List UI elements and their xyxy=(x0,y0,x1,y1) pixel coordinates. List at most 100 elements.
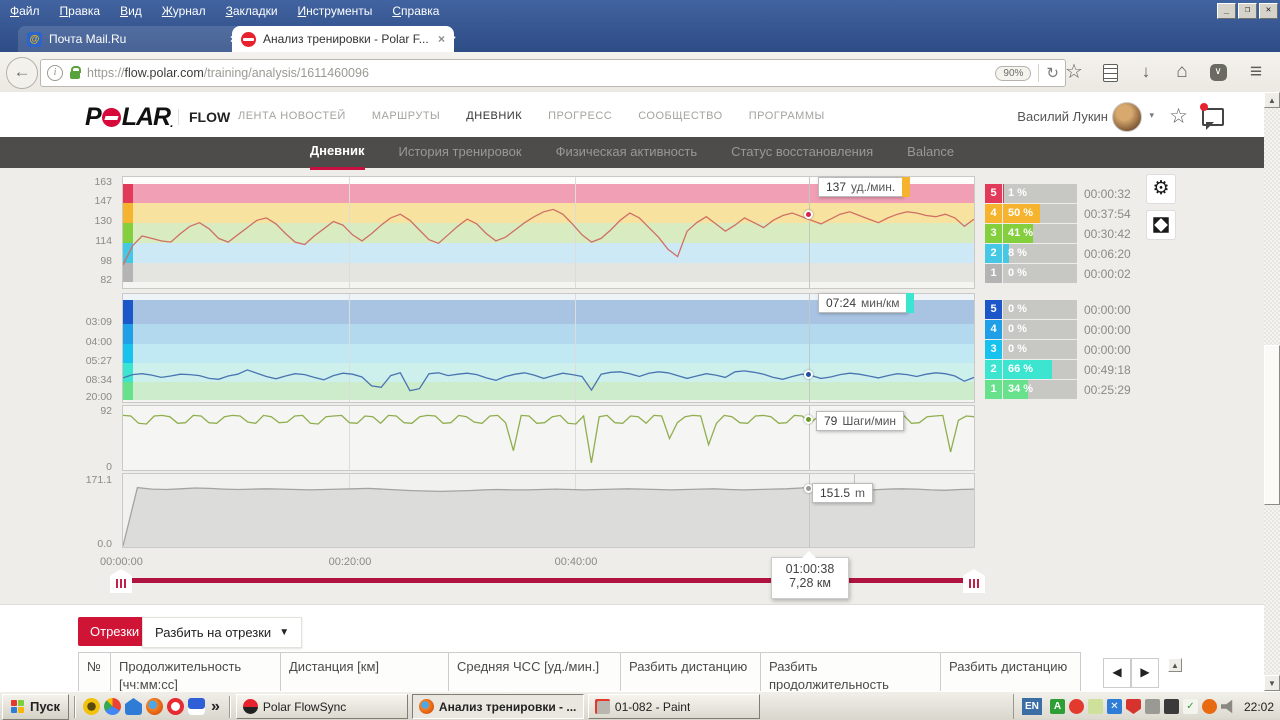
subnav-физическая активность[interactable]: Физическая активность xyxy=(556,137,698,168)
tab-close-icon[interactable]: × xyxy=(438,32,445,46)
y-axis-label: 147 xyxy=(0,195,112,207)
laps-column-header[interactable]: Дистанция [км] xyxy=(281,653,449,692)
cursor-distance: 7,28 км xyxy=(772,576,848,590)
scroll-up-icon[interactable]: ▲ xyxy=(1264,92,1280,108)
volume-icon[interactable] xyxy=(1221,699,1236,714)
home-icon: ⌂ xyxy=(1176,61,1187,82)
laps-column-header[interactable]: Продолжительность [чч:мм:сс] xyxy=(111,653,281,692)
split-label: Разбить на отрезки xyxy=(155,618,271,647)
pocket-button[interactable]: ∨ xyxy=(1204,58,1232,86)
notes-icon[interactable]: ✓ xyxy=(1183,699,1198,714)
user-name[interactable]: Василий Лукин xyxy=(1017,109,1108,124)
agent-tray-icon[interactable] xyxy=(1069,699,1084,714)
shield-icon[interactable] xyxy=(1126,699,1141,714)
subnav-статус восстановления[interactable]: Статус восстановления xyxy=(731,137,873,168)
range-slider-right-handle[interactable] xyxy=(963,569,985,593)
minimize-button[interactable]: _ xyxy=(1217,3,1236,19)
subnav-дневник[interactable]: Дневник xyxy=(310,136,365,170)
tab-polar-analysis[interactable]: Анализ тренировки - Polar F... × xyxy=(232,26,454,52)
chart-settings-button[interactable]: ⚙ xyxy=(1146,174,1176,204)
close-button[interactable]: ✕ xyxy=(1259,3,1278,19)
antivirus-icon[interactable] xyxy=(1202,699,1217,714)
range-slider-left-handle[interactable] xyxy=(110,569,132,593)
zone-time: 00:00:02 xyxy=(1084,267,1131,281)
menu-Справка[interactable]: Справка xyxy=(392,4,439,18)
subnav-balance[interactable]: Balance xyxy=(907,137,954,168)
firefox-icon[interactable] xyxy=(146,698,163,715)
laps-column-header[interactable]: Разбить дистанцию xyxy=(621,653,761,692)
scroll-down-icon[interactable]: ▼ xyxy=(1264,675,1280,691)
laps-column-header[interactable]: Средняя ЧСС [уд./мин.] xyxy=(449,653,621,692)
back-button[interactable]: ← xyxy=(6,57,38,89)
menu-Инструменты[interactable]: Инструменты xyxy=(298,4,373,18)
lock-icon[interactable] xyxy=(70,71,80,79)
restore-button[interactable]: ❐ xyxy=(1238,3,1257,19)
laps-column-header[interactable]: Разбить продолжительность xyxy=(761,653,941,692)
home-button[interactable]: ⌂ xyxy=(1168,58,1196,86)
taskbar-task-paint-icon[interactable]: 01-082 - Paint xyxy=(588,694,760,719)
menu-button[interactable]: ≡ xyxy=(1242,58,1270,86)
menu-Журнал[interactable]: Журнал xyxy=(162,4,206,18)
laps-column-header[interactable]: Разбить дистанцию xyxy=(941,653,1081,692)
new-tab-button[interactable]: + xyxy=(446,28,456,48)
cursor-line xyxy=(809,177,810,288)
tab-mail-ru[interactable]: @ Почта Mail.Ru × xyxy=(18,26,246,52)
fullscreen-button[interactable] xyxy=(1146,210,1176,240)
page-scrollbar[interactable]: ▲ ▼ xyxy=(1264,92,1280,691)
menu-Файл[interactable]: Файл xyxy=(10,4,40,18)
reload-icon[interactable]: ↻ xyxy=(1046,64,1059,82)
menu-Закладки[interactable]: Закладки xyxy=(226,4,278,18)
aimp-icon[interactable]: A xyxy=(1050,699,1065,714)
leaf-icon[interactable] xyxy=(1088,699,1103,714)
daemon-tools-icon[interactable] xyxy=(83,698,100,715)
menu-Правка[interactable]: Правка xyxy=(60,4,101,18)
polar-logo[interactable]: P LAR . xyxy=(85,103,172,132)
subnav-история тренировок[interactable]: История тренировок xyxy=(399,137,522,168)
y-axis-label: 05:27 xyxy=(0,355,112,367)
mailru-agent-icon[interactable] xyxy=(125,698,142,715)
taskbar-task-firefox-icon[interactable]: Анализ тренировки - ... xyxy=(412,694,584,719)
quick-launch xyxy=(81,698,207,715)
zoom-level-badge[interactable]: 90% xyxy=(995,66,1031,81)
language-indicator[interactable]: EN xyxy=(1022,698,1042,715)
bookmarks-menu-button[interactable] xyxy=(1096,58,1124,86)
taskbar-task-flowsync-icon[interactable]: Polar FlowSync xyxy=(236,694,408,719)
save-icon[interactable] xyxy=(188,698,205,715)
avatar[interactable] xyxy=(1112,102,1142,132)
start-button[interactable]: Пуск xyxy=(2,694,69,720)
chevron-down-icon[interactable]: ▾ xyxy=(1149,110,1154,121)
info-icon[interactable]: i xyxy=(47,65,63,81)
laps-prev-page-button[interactable]: ◀ xyxy=(1103,658,1131,688)
zone-number: 1 xyxy=(985,264,1002,283)
divider xyxy=(74,696,76,718)
polar-favicon-icon xyxy=(241,32,256,47)
network-error-icon[interactable]: ✕ xyxy=(1107,699,1122,714)
menu-Вид[interactable]: Вид xyxy=(120,4,142,18)
zone-time: 00:00:32 xyxy=(1084,187,1131,201)
chrome-icon[interactable] xyxy=(104,698,121,715)
zone-bar: 66 % xyxy=(1003,360,1077,379)
disc-icon[interactable] xyxy=(1164,699,1179,714)
flow-logo: FLOW xyxy=(178,109,230,125)
user-tray-icon[interactable] xyxy=(1145,699,1160,714)
tooltip-unit: Шаги/мин xyxy=(842,414,896,428)
laps-column-header[interactable]: № xyxy=(79,653,111,692)
laps-button[interactable]: Отрезки xyxy=(78,617,151,646)
bookmark-star-button[interactable]: ☆ xyxy=(1060,58,1088,86)
table-scroll-up-icon[interactable]: ▲ xyxy=(1168,658,1182,672)
url-bar[interactable]: i https://flow.polar.com/training/analys… xyxy=(40,59,1066,87)
scrollbar-thumb[interactable] xyxy=(1264,345,1280,505)
zone-percent: 0 % xyxy=(1008,300,1027,319)
hamburger-icon: ≡ xyxy=(1250,60,1262,83)
favorites-star-icon[interactable]: ☆ xyxy=(1169,104,1188,129)
downloads-button[interactable]: ↓ xyxy=(1132,58,1160,86)
laps-next-page-button[interactable]: ▶ xyxy=(1131,658,1159,688)
opera-icon[interactable] xyxy=(167,698,184,715)
quick-launch-overflow[interactable]: » xyxy=(211,698,220,716)
split-into-laps-dropdown[interactable]: Разбить на отрезки ▼ xyxy=(142,617,302,648)
firefox-icon xyxy=(419,699,434,714)
pocket-icon: ∨ xyxy=(1210,64,1227,81)
url-text[interactable]: https://flow.polar.com/training/analysis… xyxy=(87,66,988,80)
notification-dot xyxy=(1200,103,1208,111)
zone-bar: 1 % xyxy=(1003,184,1077,203)
